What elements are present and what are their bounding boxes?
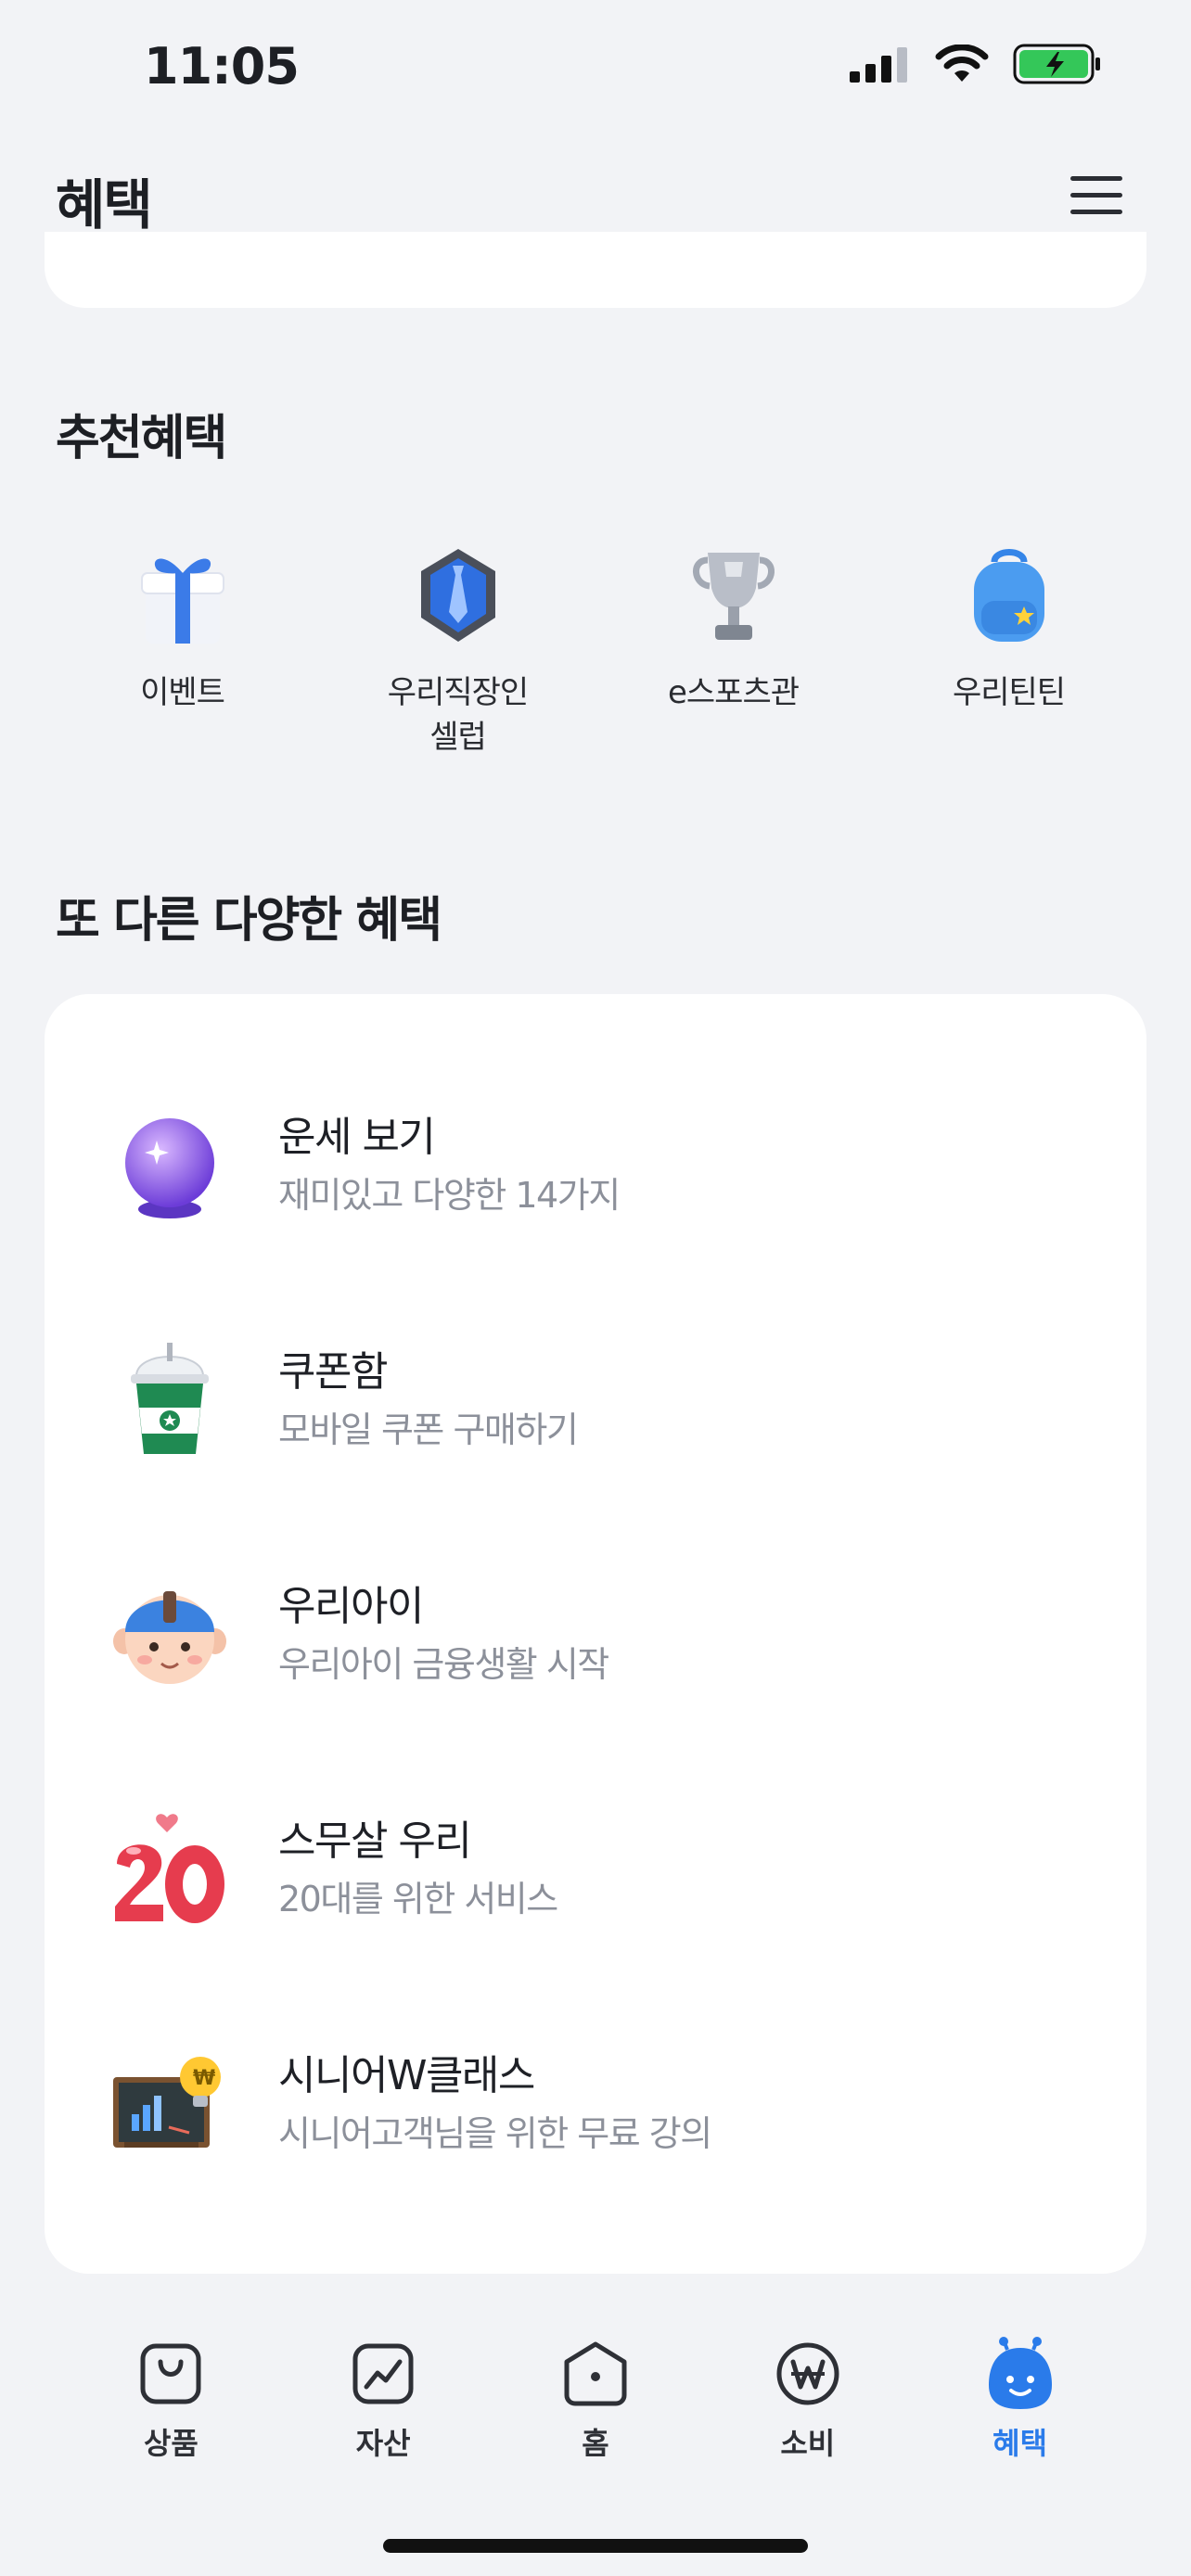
hamburger-line: [1070, 210, 1122, 214]
list-item-subtitle: 재미있고 다양한 14가지: [278, 1175, 621, 1216]
backpack-icon: [955, 542, 1063, 650]
list-item-subtitle: 모바일 쿠폰 구매하기: [278, 1409, 579, 1450]
recommended-list: 이벤트 우리직장인 셀럽 e스포츠관 우리틴틴: [45, 542, 1146, 759]
home-indicator[interactable]: [383, 2539, 808, 2553]
trophy-icon: [680, 542, 788, 650]
signal-icon: [850, 45, 911, 86]
recommended-item-label: e스포츠관: [667, 674, 800, 711]
chart-icon: [348, 2337, 418, 2411]
mascot-icon: [985, 2337, 1056, 2411]
nav-label: 홈: [582, 2426, 609, 2461]
nav-label: 자산: [355, 2426, 411, 2461]
recommended-item-office-celeb[interactable]: 우리직장인 셀럽: [320, 542, 596, 759]
list-item-kids[interactable]: 우리아이 우리아이 금융생활 시작: [45, 1573, 1146, 1807]
svg-text:₩: ₩: [193, 2067, 215, 2090]
status-bar: 11:05: [0, 0, 1191, 139]
list-item-twenties[interactable]: 스무살 우리 20대를 위한 서비스: [45, 1807, 1146, 2042]
recommended-item-esports[interactable]: e스포츠관: [596, 542, 871, 759]
blackboard-bulb-icon: ₩: [105, 2040, 235, 2170]
crystal-ball-icon: [105, 1102, 235, 1231]
twenty-heart-icon: [105, 1805, 235, 1935]
list-item-title: 운세 보기: [278, 1114, 436, 1161]
list-item-subtitle: 시니어고객님을 위한 무료 강의: [278, 2113, 712, 2154]
recommended-item-label: 우리직장인 셀럽: [387, 674, 529, 756]
recommended-item-event[interactable]: 이벤트: [45, 542, 320, 759]
nav-label: 혜택: [992, 2426, 1048, 2461]
list-item-subtitle: 우리아이 금융생활 시작: [278, 1644, 609, 1685]
list-item-coupon[interactable]: 쿠폰함 모바일 쿠폰 구매하기: [45, 1338, 1146, 1573]
list-item-fortune[interactable]: 운세 보기 재미있고 다양한 14가지: [45, 1103, 1146, 1338]
other-benefits-card: 운세 보기 재미있고 다양한 14가지 쿠폰함 모바일 쿠폰 구매하기 우리아이…: [45, 994, 1146, 2274]
list-item-title: 쿠폰함: [278, 1348, 388, 1396]
list-item-title: 시니어W클래스: [278, 2052, 535, 2099]
list-item-title: 우리아이: [278, 1583, 424, 1630]
top-card-bottom-edge: [45, 232, 1146, 308]
nav-item-benefits[interactable]: 혜택: [951, 2337, 1090, 2485]
child-face-icon: [105, 1571, 235, 1701]
nav-item-spending[interactable]: 소비: [738, 2337, 877, 2485]
status-icons: [850, 43, 1102, 89]
hamburger-line: [1070, 193, 1122, 198]
battery-icon: [1013, 43, 1102, 89]
other-section-title: 또 다른 다양한 혜택: [56, 893, 442, 949]
nav-item-home[interactable]: 홈: [526, 2337, 665, 2485]
won-icon: [773, 2337, 843, 2411]
recommended-item-label: 우리틴틴: [952, 674, 1066, 711]
recommended-item-teen[interactable]: 우리틴틴: [871, 542, 1146, 759]
list-item-title: 스무살 우리: [278, 1817, 472, 1865]
shield-tie-icon: [404, 542, 512, 650]
coffee-cup-icon: [105, 1336, 235, 1466]
recommended-section-title: 추천혜택: [56, 411, 227, 466]
nav-label: 소비: [780, 2426, 836, 2461]
wifi-icon: [935, 44, 989, 87]
list-item-subtitle: 20대를 위한 서비스: [278, 1879, 558, 1919]
hamburger-line: [1070, 176, 1122, 181]
nav-item-products[interactable]: 상품: [101, 2337, 240, 2485]
page-title: 혜택: [56, 173, 153, 236]
recommended-item-label: 이벤트: [140, 674, 225, 711]
shopping-bag-icon: [135, 2337, 206, 2411]
nav-label: 상품: [143, 2426, 198, 2461]
header: 혜택: [56, 158, 1135, 241]
bottom-nav: 상품 자산 홈 소비 혜택: [0, 2337, 1191, 2485]
nav-item-assets[interactable]: 자산: [314, 2337, 453, 2485]
home-icon: [560, 2337, 631, 2411]
list-item-senior-class[interactable]: ₩ 시니어W클래스 시니어고객님을 위한 무료 강의: [45, 2042, 1146, 2276]
status-time: 11:05: [144, 37, 300, 96]
screen: 11:05 혜택 추천혜택 이벤트 우리직장인 셀럽 e스포츠관 우리틴틴 또 …: [0, 0, 1191, 2576]
gift-icon: [129, 542, 237, 650]
menu-button[interactable]: [1070, 176, 1122, 221]
